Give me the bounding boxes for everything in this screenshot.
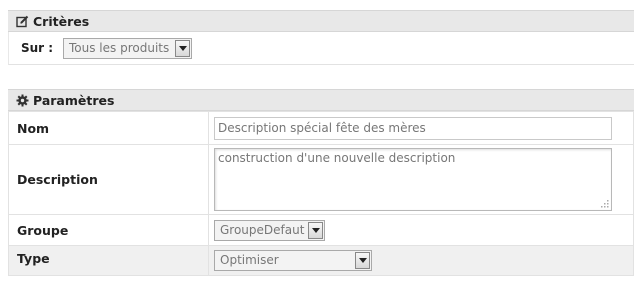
groupe-select-value: GroupeDefaut <box>220 222 305 237</box>
type-select-value: Optimiser <box>220 253 279 267</box>
type-row: Type Optimiser <box>8 245 634 276</box>
description-textarea[interactable]: construction d'une nouvelle description <box>214 148 612 211</box>
edit-icon <box>16 15 29 28</box>
criteria-header: Critères <box>8 10 634 32</box>
params-header: Paramètres <box>8 89 634 111</box>
groupe-label: Groupe <box>8 214 209 246</box>
resize-grip-icon[interactable] <box>599 198 609 208</box>
chevron-down-icon[interactable] <box>175 39 190 57</box>
sur-label: Sur : <box>21 41 54 55</box>
description-text: construction d'une nouvelle description <box>218 151 456 165</box>
criteria-title: Critères <box>33 13 90 29</box>
description-label: Description <box>8 144 209 215</box>
type-label: Type <box>8 245 209 276</box>
nom-input[interactable]: Description spécial fête des mères <box>214 116 612 140</box>
criteria-body: Sur : Tous les produits <box>8 32 634 65</box>
criteria-panel: Critères Sur : Tous les produits <box>8 10 634 65</box>
gear-icon <box>16 94 29 107</box>
groupe-row: Groupe GroupeDefaut <box>8 214 634 246</box>
sur-select-value: Tous les produits <box>69 40 170 55</box>
chevron-down-icon[interactable] <box>355 252 370 269</box>
nom-row: Nom Description spécial fête des mères <box>8 111 634 145</box>
groupe-select[interactable]: GroupeDefaut <box>214 219 325 241</box>
sur-select[interactable]: Tous les produits <box>63 37 192 59</box>
description-row: Description construction d'une nouvelle … <box>8 144 634 215</box>
params-title: Paramètres <box>33 92 115 108</box>
chevron-down-icon[interactable] <box>308 221 323 239</box>
nom-label: Nom <box>8 111 209 145</box>
params-panel: Paramètres Nom Description spécial fête … <box>8 89 634 276</box>
params-table: Nom Description spécial fête des mères D… <box>8 111 634 276</box>
type-select[interactable]: Optimiser <box>214 250 372 271</box>
